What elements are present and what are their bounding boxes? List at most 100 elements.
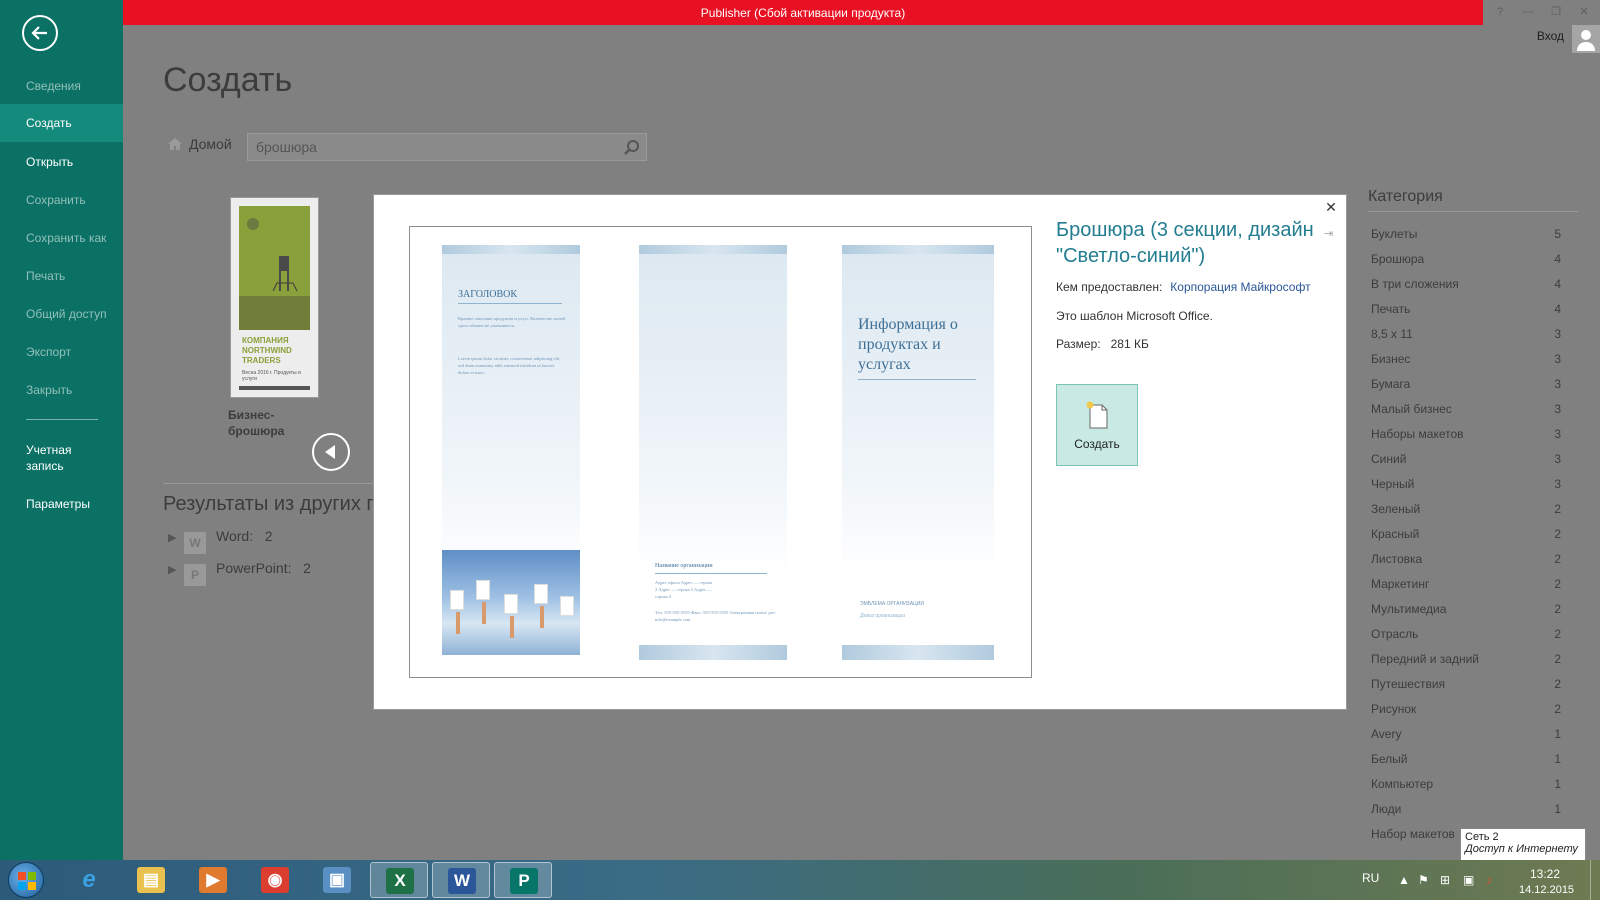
volume-muted-icon[interactable]: ♪ — [1486, 873, 1492, 887]
category-count: 4 — [1554, 302, 1561, 316]
category-count: 2 — [1554, 552, 1561, 566]
taskbar-chrome[interactable]: ◉ — [246, 862, 304, 898]
category-item[interactable]: Отрасль 2 — [1371, 627, 1561, 652]
panel-band — [639, 245, 787, 254]
backstage-sidebar: Сведения Создать Открыть Сохранить Сохра… — [0, 0, 123, 860]
category-item[interactable]: В три сложения 4 — [1371, 277, 1561, 302]
brochure-panel-left: ЗАГОЛОВОК Краткое описание продуктов и у… — [442, 245, 580, 660]
restore-button[interactable]: ❐ — [1545, 3, 1567, 21]
close-icon[interactable]: ✕ — [1322, 198, 1340, 216]
category-count: 2 — [1554, 652, 1561, 666]
category-item[interactable]: Маркетинг 2 — [1371, 577, 1561, 602]
close-window-button[interactable]: ✕ — [1573, 3, 1595, 21]
category-item[interactable]: 8,5 x 11 3 — [1371, 327, 1561, 352]
category-item[interactable]: Путешествия 2 — [1371, 677, 1561, 702]
result-app-name: PowerPoint: — [216, 560, 292, 576]
category-item[interactable]: Бумага 3 — [1371, 377, 1561, 402]
nav-save-as[interactable]: Сохранить как — [0, 230, 123, 246]
provider-link[interactable]: Корпорация Майкрософт — [1170, 280, 1310, 294]
taskbar-file-explorer[interactable]: ▤ — [122, 862, 180, 898]
start-button[interactable] — [8, 862, 44, 898]
nav-close[interactable]: Закрыть — [0, 382, 123, 398]
show-desktop-button[interactable] — [1590, 860, 1600, 900]
category-item[interactable]: Мультимедиа 2 — [1371, 602, 1561, 627]
home-icon — [168, 138, 182, 150]
nav-share[interactable]: Общий доступ — [0, 306, 123, 322]
preview-cover-title: Информация о продуктах и услугах — [858, 316, 958, 373]
tray-expand-icon[interactable]: ▲ — [1398, 873, 1410, 887]
clock-time[interactable]: 13:22 — [1530, 867, 1560, 881]
user-avatar-icon[interactable] — [1572, 25, 1600, 53]
category-count: 3 — [1554, 352, 1561, 366]
nav-print[interactable]: Печать — [0, 268, 123, 284]
nav-export[interactable]: Экспорт — [0, 344, 123, 360]
category-item[interactable]: Avery 1 — [1371, 727, 1561, 752]
category-name: Красный — [1371, 527, 1420, 541]
nav-options[interactable]: Параметры — [0, 496, 123, 512]
category-item[interactable]: Листовка 2 — [1371, 552, 1561, 577]
category-name: В три сложения — [1371, 277, 1459, 291]
minimize-button[interactable]: — — [1517, 3, 1539, 21]
category-name: Черный — [1371, 477, 1415, 491]
category-name: Набор макетов — [1371, 827, 1455, 841]
search-input[interactable] — [248, 134, 608, 160]
previous-template-button[interactable] — [312, 433, 350, 471]
thumbnail-label[interactable]: Бизнес-брошюра — [228, 407, 308, 439]
category-item[interactable]: Передний и задний 2 — [1371, 652, 1561, 677]
category-item[interactable]: Наборы макетов 3 — [1371, 427, 1561, 452]
category-item[interactable]: Буклеты 5 — [1371, 227, 1561, 252]
category-item[interactable]: Печать 4 — [1371, 302, 1561, 327]
taskbar-store[interactable]: ▣ — [308, 862, 366, 898]
nav-info[interactable]: Сведения — [0, 78, 123, 94]
preview-rule — [458, 303, 562, 304]
nav-open[interactable]: Открыть — [0, 154, 123, 170]
tooltip-network-status: Доступ к Интернету — [1465, 843, 1578, 855]
chrome-icon: ◉ — [261, 867, 289, 893]
category-item[interactable]: Люди 1 — [1371, 802, 1561, 827]
pin-icon[interactable]: ⇥ — [1324, 227, 1338, 241]
result-word[interactable]: ▶ W Word: 2 — [168, 528, 273, 554]
category-item[interactable]: Синий 3 — [1371, 452, 1561, 477]
category-item[interactable]: Белый 1 — [1371, 752, 1561, 777]
action-center-flag-icon[interactable]: ⚑ — [1418, 873, 1429, 887]
category-item[interactable]: Черный 3 — [1371, 477, 1561, 502]
sign-in-link[interactable]: Вход — [1537, 29, 1564, 43]
windows-icon[interactable]: ⊞ — [1440, 873, 1450, 887]
panel-band — [842, 245, 994, 254]
result-powerpoint[interactable]: ▶ P PowerPoint: 2 — [168, 560, 311, 586]
nav-save[interactable]: Сохранить — [0, 192, 123, 208]
category-item[interactable]: Зеленый 2 — [1371, 502, 1561, 527]
nav-new[interactable]: Создать — [0, 104, 123, 142]
category-item[interactable]: Рисунок 2 — [1371, 702, 1561, 727]
panel-band — [442, 245, 580, 254]
category-item[interactable]: Малый бизнес 3 — [1371, 402, 1561, 427]
help-button[interactable]: ? — [1489, 3, 1511, 21]
back-arrow-icon[interactable] — [22, 15, 58, 51]
input-language[interactable]: RU — [1362, 871, 1379, 885]
category-count: 3 — [1554, 402, 1561, 416]
tooltip-network-name: Сеть 2 — [1465, 831, 1499, 843]
category-item[interactable]: Компьютер 1 — [1371, 777, 1561, 802]
category-item[interactable]: Бизнес 3 — [1371, 352, 1561, 377]
home-breadcrumb[interactable]: Домой — [167, 136, 232, 152]
category-count: 1 — [1554, 777, 1561, 791]
category-item[interactable]: Красный 2 — [1371, 527, 1561, 552]
taskbar-media-player[interactable]: ▶ — [184, 862, 242, 898]
taskbar-internet-explorer[interactable]: e — [60, 862, 118, 898]
clock-date[interactable]: 14.12.2015 — [1519, 884, 1574, 896]
template-size: Размер: 281 КБ — [1056, 337, 1149, 351]
category-count: 2 — [1554, 527, 1561, 541]
taskbar-word[interactable]: W — [432, 862, 490, 898]
template-thumbnail-business-brochure[interactable]: КОМПАНИЯ NORTHWIND TRADERS Весна 2016 г.… — [230, 197, 319, 398]
create-button[interactable]: Создать — [1056, 384, 1138, 466]
category-item[interactable]: Брошюра 4 — [1371, 252, 1561, 277]
network-icon[interactable]: ▣ — [1463, 873, 1474, 887]
search-icon[interactable] — [622, 138, 642, 158]
taskbar-publisher[interactable]: P — [494, 862, 552, 898]
category-name: Компьютер — [1371, 777, 1434, 791]
taskbar: e ▤ ▶ ◉ ▣ X W P RU ▲ ⚑ ⊞ ▣ ♪ 13:22 14.12.2015 — [0, 860, 1600, 900]
category-name: Путешествия — [1371, 677, 1446, 691]
taskbar-excel[interactable]: X — [370, 862, 428, 898]
template-description: Это шаблон Microsoft Office. — [1056, 309, 1213, 323]
nav-account[interactable]: Учетная запись — [0, 442, 110, 474]
